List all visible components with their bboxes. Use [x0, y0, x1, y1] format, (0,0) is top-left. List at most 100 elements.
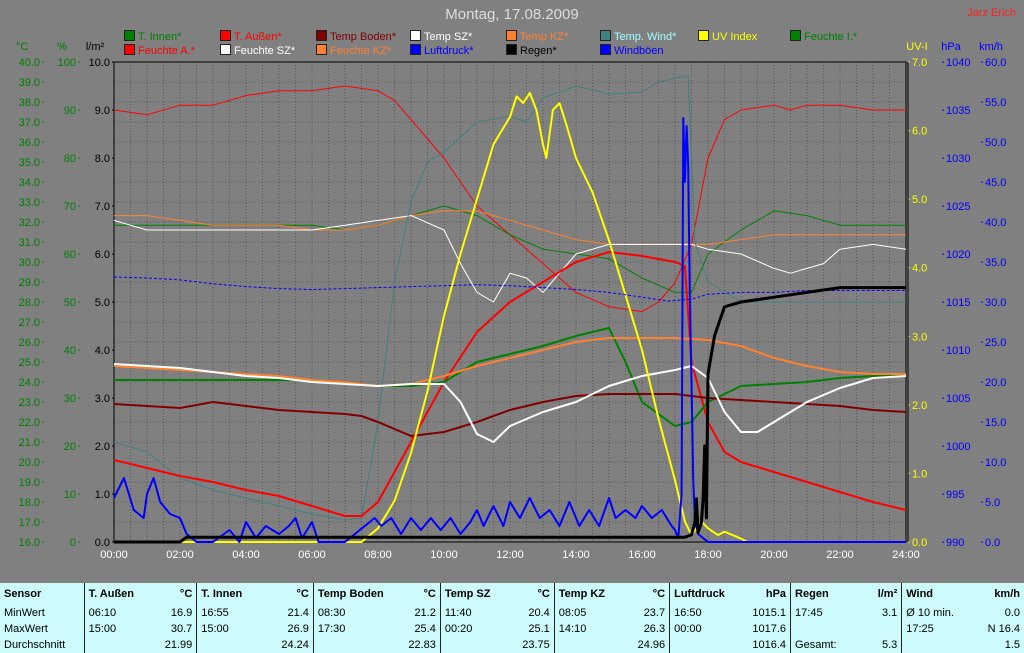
humidity-tick-label: 50	[64, 297, 76, 309]
rain-tick-label: 3.0	[95, 393, 110, 405]
weather-chart: 00:00 02:00 04:00 06:00 08:00 10:00 12:00 14:00…	[16, 41, 1007, 561]
wind-tick-label: 20.0	[985, 377, 1006, 389]
temp-tick-label: 22.0	[19, 417, 40, 429]
stats-time: 15:00	[196, 621, 267, 637]
stats-header: Temp SZ	[439, 583, 509, 605]
uv-tick-label: 2.0	[912, 400, 927, 412]
temp-tick-label: 23.0	[19, 397, 40, 409]
stats-header: Temp KZ	[553, 583, 623, 605]
temp-tick-label: 26.0	[19, 337, 40, 349]
temp-tick-label: 34.0	[19, 177, 40, 189]
humidity-tick-label: 40	[64, 345, 76, 357]
stats-time: 16:50	[669, 605, 745, 621]
rain-tick-label: 7.0	[95, 201, 110, 213]
pressure-tick-label: 1035	[946, 105, 970, 117]
pressure-tick-label: 1030	[946, 153, 970, 165]
x-tick-label: 10:00	[430, 549, 458, 561]
temp-tick-label: 29.0	[19, 277, 40, 289]
pressure-tick-label: 1010	[946, 345, 970, 357]
x-tick-label: 18:00	[694, 549, 722, 561]
stats-value: 26.3	[643, 623, 666, 635]
rain-tick-label: 1.0	[95, 489, 110, 501]
x-tick-label: 04:00	[232, 549, 260, 561]
stats-value: 5.3	[881, 639, 898, 651]
temp-tick-label: 17.0	[19, 517, 40, 529]
pressure-tick-label: 1020	[946, 249, 970, 261]
stats-time: 15:00	[83, 621, 149, 637]
stats-header-unit: hPa	[765, 588, 787, 600]
stats-value: 24.96	[637, 639, 666, 651]
stats-row: MinWert 06:10 16.9 16:55 21.4 08:30 21.2 11:40 2…	[0, 605, 1024, 621]
stats-header: T. Außen	[83, 583, 149, 605]
wind-tick-label: 30.0	[985, 297, 1006, 309]
stats-value: 25.1	[528, 623, 550, 635]
temp-tick-label: 28.0	[19, 297, 40, 309]
humidity-axis-unit: %	[57, 41, 67, 53]
stats-value: 25.4	[414, 623, 436, 635]
x-tick-label: 06:00	[298, 549, 326, 561]
stats-value: 23.7	[643, 607, 666, 619]
stats-header-unit: km/h	[994, 588, 1020, 600]
pressure-tick-label: 1015	[946, 297, 970, 309]
pressure-axis-unit: hPa	[941, 41, 961, 53]
stats-header-unit: °C	[296, 588, 309, 600]
stats-time: 08:05	[553, 605, 623, 621]
pressure-tick-label: 1000	[946, 441, 970, 453]
stats-header: Regen	[790, 583, 859, 605]
stats-header-unit: °C	[423, 588, 436, 600]
stats-row: MaxWert 15:00 30.7 15:00 26.9 17:30 25.4 00:20 2…	[0, 621, 1024, 637]
humidity-tick-label: 10	[64, 489, 76, 501]
stats-value: 0.0	[1004, 607, 1020, 619]
stats-value: 30.7	[170, 623, 193, 635]
stats-value	[858, 621, 901, 637]
stats-value: 26.9	[287, 623, 309, 635]
stats-row-label: MaxWert	[4, 623, 48, 635]
temp-tick-label: 40.0	[19, 57, 40, 69]
humidity-tick-label: 90	[64, 105, 76, 117]
stats-value: 1015.1	[752, 607, 787, 619]
stats-time	[312, 637, 394, 653]
stats-value: 22.83	[408, 639, 436, 651]
temp-tick-label: 36.0	[19, 137, 40, 149]
rain-tick-label: 4.0	[95, 345, 110, 357]
stats-header-row: Sensor T. Außen °C T. Innen °C Temp Boden °C Te…	[0, 583, 1024, 605]
stats-row-label: Durchschnitt	[4, 639, 66, 651]
uv-tick-label: 0.0	[912, 537, 927, 549]
x-tick-label: 16:00	[628, 549, 656, 561]
humidity-tick-label: 0	[70, 537, 76, 549]
stats-time: Ø 10 min.	[901, 605, 977, 621]
rain-tick-label: 10.0	[89, 57, 110, 69]
x-tick-label: 22:00	[826, 549, 854, 561]
humidity-tick-label: 20	[64, 441, 76, 453]
stats-header-unit: °C	[537, 588, 550, 600]
humidity-tick-label: 60	[64, 249, 76, 261]
rain-tick-label: 9.0	[95, 105, 110, 117]
temp-axis-unit: °C	[16, 41, 28, 53]
x-tick-label: 00:00	[100, 549, 128, 561]
rain-tick-label: 8.0	[95, 153, 110, 165]
stats-time	[83, 637, 149, 653]
x-tick-label: 20:00	[760, 549, 788, 561]
temp-tick-label: 38.0	[19, 97, 40, 109]
rain-tick-label: 6.0	[95, 249, 110, 261]
stats-time	[901, 637, 977, 653]
pressure-tick-label: 990	[946, 537, 964, 549]
stats-value: 1016.4	[752, 639, 787, 651]
stats-time: 17:25	[901, 621, 977, 637]
stats-value: 21.4	[287, 607, 309, 619]
temp-tick-label: 31.0	[19, 237, 40, 249]
wind-axis-unit: km/h	[979, 41, 1003, 53]
uv-tick-label: 1.0	[912, 468, 927, 480]
stats-time: Gesamt:	[790, 637, 859, 653]
wind-tick-label: 40.0	[985, 217, 1006, 229]
temp-tick-label: 18.0	[19, 497, 40, 509]
stats-value: 3.1	[881, 607, 898, 619]
stats-header-unit: °C	[652, 588, 666, 600]
rain-tick-label: 2.0	[95, 441, 110, 453]
temp-tick-label: 33.0	[19, 197, 40, 209]
wind-tick-label: 5.0	[985, 497, 1000, 509]
stats-time: 08:30	[312, 605, 394, 621]
stats-time: 17:45	[790, 605, 859, 621]
wind-tick-label: 0.0	[985, 537, 1000, 549]
temp-tick-label: 27.0	[19, 317, 40, 329]
